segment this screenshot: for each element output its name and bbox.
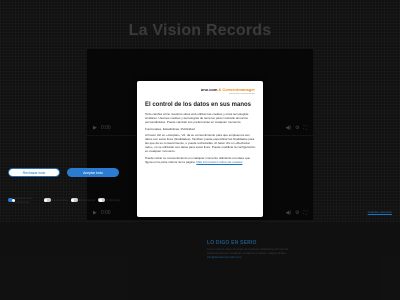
pref-advertising[interactable]: Publicidad <box>98 198 120 202</box>
pref-label: Publicidad <box>106 198 120 202</box>
toggle-off-icon[interactable] <box>98 198 106 202</box>
consent-preferences: Estrictamente necesarias Funcionales Est… <box>8 196 120 204</box>
pref-label: Estrictamente necesarias <box>14 196 33 204</box>
reject-all-button[interactable]: Rechazar todo <box>8 168 60 177</box>
consent-paragraph: Todo cambia cómo nuestros sitios web uti… <box>145 112 249 124</box>
pref-functional[interactable]: Funcionales <box>43 198 68 202</box>
pref-label: Funcionales <box>51 198 68 202</box>
more-info-link[interactable]: Más información sobre las cookies <box>196 160 242 164</box>
accept-all-button[interactable]: Aceptar todo <box>67 168 119 177</box>
pref-necessary[interactable]: Estrictamente necesarias <box>8 196 41 204</box>
consent-dialog: uno.com&Consentmanager powered by consen… <box>137 81 263 217</box>
toggle-off-icon[interactable] <box>43 198 51 202</box>
consent-body: Todo cambia cómo nuestros sitios web uti… <box>145 112 257 167</box>
brand-name: uno.com <box>200 87 218 92</box>
brand-separator: & <box>218 87 222 92</box>
pref-label: Estadísticas <box>78 198 96 202</box>
brand-partner: Consentmanager <box>222 87 255 92</box>
brand-sub: powered by consentmanager <box>229 93 255 95</box>
toggle-on-icon[interactable] <box>8 198 16 202</box>
toggle-off-icon[interactable] <box>70 198 78 202</box>
consent-brand: uno.com&Consentmanager powered by consen… <box>201 87 255 95</box>
consent-purposes: Funcionales, Estadísticas, Publicidad <box>145 127 195 131</box>
consent-paragraph: Puede retirar su consentimiento en cualq… <box>145 156 257 164</box>
consent-paragraph: Al hacer clic en «Aceptar», Vd. da su co… <box>145 133 256 153</box>
consent-actions: Rechazar todo Aceptar todo <box>8 168 119 177</box>
save-selection-link[interactable]: Guardar selección <box>368 210 392 214</box>
consent-title: El control de los datos en sus manos <box>145 102 252 108</box>
pref-statistics[interactable]: Estadísticas <box>70 198 96 202</box>
